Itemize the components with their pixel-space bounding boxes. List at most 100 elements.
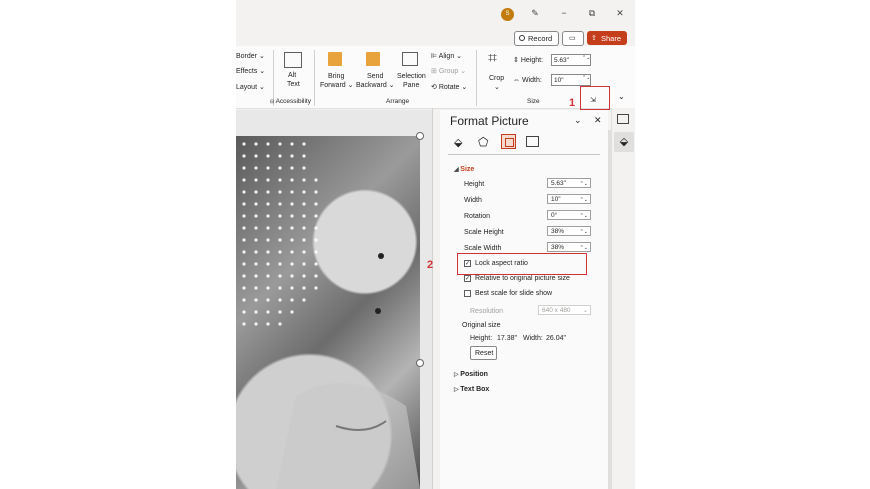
rotate-label: Rotate ⌄ <box>438 84 468 91</box>
height-input[interactable]: 5.63" ⌃⌄ <box>551 54 591 66</box>
ribbon-collapse-button[interactable]: ⌄ <box>618 92 625 101</box>
resolution-select: 640 x 480 ⌄ <box>538 305 591 315</box>
share-button[interactable]: ⇪ Share <box>587 31 627 45</box>
rotate-button[interactable]: ⟲ Rotate ⌄ <box>431 83 467 92</box>
height-icon: ⇕ <box>513 57 521 64</box>
group-button[interactable]: ⊞ Group ⌄ <box>431 67 466 76</box>
resize-handle-top-right[interactable] <box>416 132 424 140</box>
annotation-label-1: 1 <box>569 97 576 109</box>
alt-text-label-1[interactable]: Alt <box>288 71 296 80</box>
arrange-group-label: Arrange <box>386 98 410 105</box>
group-icon: ⊞ <box>431 68 439 75</box>
slide-canvas <box>236 110 432 489</box>
resize-handle-right[interactable] <box>416 359 424 367</box>
slide-picture[interactable] <box>236 136 420 489</box>
share-label: Share <box>601 34 622 43</box>
dot-pattern <box>242 142 420 489</box>
comment-icon: ▭ <box>569 35 576 42</box>
comments-button[interactable]: ▭ <box>562 31 584 46</box>
text-box-section-header[interactable]: ▷ Text Box <box>454 386 489 393</box>
fill-line-tab-icon[interactable]: ⬙ <box>454 136 462 149</box>
reset-label: Reset <box>475 350 494 357</box>
close-button[interactable]: ✕ <box>613 8 627 19</box>
position-section-header[interactable]: ▷ Position <box>454 371 488 378</box>
send-backward-label-1[interactable]: Send <box>367 72 383 81</box>
format-shape-icon[interactable]: ⬙ <box>614 132 634 152</box>
size-section-header[interactable]: ◢ Size <box>454 166 474 173</box>
size-width-input[interactable]: 10" ⌃⌄ <box>547 194 591 204</box>
width-icon: ⇔ <box>513 77 522 84</box>
original-height-label: Height: <box>470 335 493 342</box>
best-scale-checkbox[interactable] <box>464 290 471 297</box>
relative-original-label[interactable]: Relative to original picture size <box>475 274 570 283</box>
scale-height-input[interactable]: 38% ⌃⌄ <box>547 226 591 236</box>
record-button[interactable]: Record <box>514 31 559 46</box>
width-spinner[interactable]: ⌃⌄ <box>582 74 590 83</box>
rotation-input[interactable]: 0° ⌃⌄ <box>547 210 591 220</box>
selection-pane-label-2[interactable]: Pane <box>403 81 419 90</box>
ribbon-divider <box>476 50 477 106</box>
bring-forward-label-1[interactable]: Bring <box>328 72 344 81</box>
pen-icon[interactable]: ✎ <box>528 8 542 19</box>
restore-button[interactable]: ⧉ <box>585 8 599 19</box>
pane-close-button[interactable]: ✕ <box>594 116 602 125</box>
pane-title: Format Picture <box>450 114 529 128</box>
selection-pane-label-1[interactable]: Selection <box>397 72 426 81</box>
size-properties-tab-icon[interactable] <box>501 134 516 149</box>
picture-layout-button[interactable]: Layout ⌄ <box>236 83 265 92</box>
alt-text-icon <box>284 52 302 68</box>
reset-button[interactable]: Reset <box>470 346 497 360</box>
relative-original-checkbox[interactable]: ✓ <box>464 275 471 282</box>
picture-border-button[interactable]: Border ⌄ <box>236 52 265 61</box>
size-height-input[interactable]: 5.63" ⌃⌄ <box>547 178 591 188</box>
accessibility-group-label: ⊟ Accessibility <box>270 98 311 105</box>
picture-tab-icon[interactable] <box>526 136 539 147</box>
user-avatar[interactable]: S <box>501 8 514 21</box>
effects-tab-icon[interactable]: ⬠ <box>478 135 488 149</box>
rotation-label: Rotation <box>464 213 491 220</box>
tab-divider <box>448 154 600 155</box>
size-width-label: Width <box>464 197 482 204</box>
annotation-box-1 <box>580 86 610 110</box>
powerpoint-window: S ✎ − ⧉ ✕ Record ▭ ⇪ Share Border ⌄ Effe… <box>236 0 635 489</box>
title-bar: S ✎ − ⧉ ✕ <box>236 0 635 28</box>
crop-icon: ⌗ <box>488 50 498 67</box>
bring-forward-icon <box>328 52 342 66</box>
resolution-label: Resolution <box>470 308 504 315</box>
send-backward-label-2[interactable]: Backward ⌄ <box>356 81 395 90</box>
original-size-label: Original size <box>462 322 501 329</box>
annotation-box-2 <box>457 253 587 275</box>
scale-width-input[interactable]: 38% ⌃⌄ <box>547 242 591 252</box>
picture-effects-button[interactable]: Effects ⌄ <box>236 67 265 76</box>
width-label: ⇔ Width: <box>513 77 542 84</box>
width-input[interactable]: 10" ⌃⌄ <box>551 74 591 86</box>
rotate-icon: ⟲ <box>431 84 439 91</box>
record-icon <box>519 35 525 41</box>
right-task-rail: ⬙ <box>611 108 635 489</box>
format-picture-pane: Format Picture ⌄ ✕ ⬙ ⬠ ◢ Size Height 5.6… <box>440 110 608 489</box>
best-scale-label[interactable]: Best scale for slide show <box>475 289 552 298</box>
pane-options-dropdown[interactable]: ⌄ <box>574 116 582 125</box>
designer-icon[interactable] <box>617 114 629 124</box>
height-spinner[interactable]: ⌃⌄ <box>582 54 590 63</box>
original-width-value: 26.04" <box>546 335 567 342</box>
crop-label[interactable]: Crop <box>489 74 504 83</box>
alt-text-label-2[interactable]: Text <box>287 80 300 89</box>
align-button[interactable]: ⊫ Align ⌄ <box>431 52 462 61</box>
align-label: Align ⌄ <box>438 53 463 60</box>
scale-height-label: Scale Height <box>464 229 504 236</box>
record-label: Record <box>528 34 553 43</box>
selection-pane-icon <box>402 52 418 66</box>
annotation-label-2: 2 <box>427 259 434 271</box>
scale-width-label: Scale Width <box>464 245 502 252</box>
share-icon: ⇪ <box>591 35 597 42</box>
align-icon: ⊫ <box>431 53 439 60</box>
minimize-button[interactable]: − <box>557 8 571 18</box>
height-label: ⇕ Height: <box>513 57 543 64</box>
bring-forward-label-2[interactable]: Forward ⌄ <box>320 81 353 90</box>
group-label: Group ⌄ <box>438 68 467 75</box>
crop-dropdown[interactable]: ⌄ <box>494 83 500 92</box>
original-width-label: Width: <box>523 335 543 342</box>
ribbon-divider <box>314 50 315 106</box>
size-height-label: Height <box>464 181 485 188</box>
